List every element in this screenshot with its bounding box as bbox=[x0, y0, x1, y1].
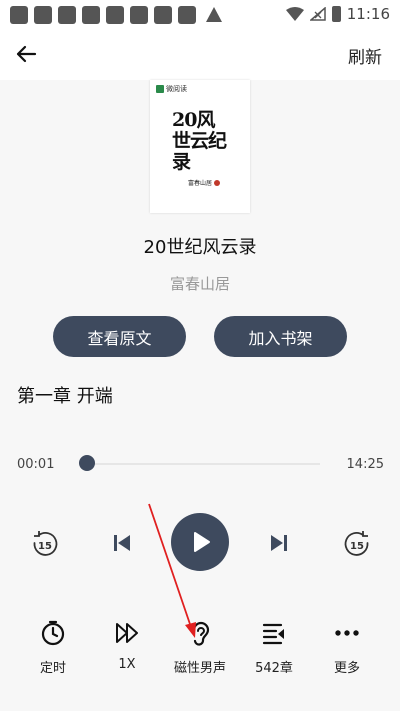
system-indicators: 11:16 bbox=[285, 5, 390, 23]
skip-next-icon bbox=[271, 535, 287, 551]
cover-title: 20风世云纪录 bbox=[172, 109, 227, 173]
timer-label: 定时 bbox=[39, 661, 66, 676]
back-button[interactable] bbox=[12, 40, 40, 68]
progress-track[interactable] bbox=[87, 463, 320, 465]
speed-button[interactable]: 1X bbox=[91, 618, 163, 678]
notification-icon bbox=[178, 6, 196, 24]
book-author: 富春山居 bbox=[169, 275, 230, 293]
top-bar: 刷新 bbox=[0, 30, 400, 80]
refresh-button[interactable]: 刷新 bbox=[348, 43, 382, 68]
timer-button[interactable]: 定时 bbox=[17, 618, 89, 678]
play-button[interactable] bbox=[171, 513, 229, 571]
rewind-seconds: 15 bbox=[38, 541, 52, 552]
total-time: 14:25 bbox=[346, 457, 384, 472]
notification-icon bbox=[130, 6, 148, 24]
notification-icons bbox=[10, 6, 222, 24]
timer-icon bbox=[38, 618, 68, 648]
cover-publisher: 微阅读 bbox=[156, 84, 187, 94]
chapters-label: 542章 bbox=[255, 661, 293, 676]
previous-chapter-button[interactable] bbox=[108, 529, 136, 557]
status-bar: 11:16 bbox=[0, 0, 400, 30]
chapters-button[interactable]: 542章 bbox=[238, 618, 310, 678]
notification-icon bbox=[82, 6, 100, 24]
battery-icon bbox=[331, 6, 341, 22]
speed-label: 1X bbox=[118, 657, 136, 672]
player-page: 微阅读 20风世云纪录 富春山居 20世纪风云录 富春山居 查看原文 加入书架 … bbox=[0, 80, 400, 711]
voice-label: 磁性男声 bbox=[173, 661, 226, 676]
next-chapter-button[interactable] bbox=[265, 529, 293, 557]
more-button[interactable]: 更多 bbox=[311, 618, 383, 678]
chapter-list-icon bbox=[259, 618, 289, 648]
book-cover[interactable]: 微阅读 20风世云纪录 富春山居 bbox=[150, 80, 250, 213]
notification-icon bbox=[154, 6, 172, 24]
notification-icon bbox=[34, 6, 52, 24]
skip-previous-icon bbox=[114, 535, 130, 551]
progress-knob[interactable] bbox=[79, 455, 96, 471]
cover-author: 富春山居 bbox=[188, 178, 221, 187]
back-arrow-icon bbox=[16, 45, 37, 63]
view-original-button[interactable]: 查看原文 bbox=[53, 316, 186, 357]
speed-icon bbox=[112, 618, 142, 648]
more-icon bbox=[332, 618, 362, 648]
more-label: 更多 bbox=[333, 661, 360, 676]
ear-icon bbox=[185, 618, 215, 648]
play-icon bbox=[194, 532, 210, 552]
voice-button[interactable]: 磁性男声 bbox=[164, 618, 236, 678]
clock: 11:16 bbox=[346, 5, 390, 23]
signal-icon bbox=[309, 7, 326, 21]
rewind-15-button[interactable]: 15 bbox=[30, 529, 60, 559]
publisher-logo-icon bbox=[156, 85, 164, 93]
book-title: 20世纪风云录 bbox=[143, 237, 257, 258]
seal-icon bbox=[214, 179, 221, 186]
rewind-15-icon: 15 bbox=[33, 531, 58, 556]
current-time: 00:01 bbox=[17, 457, 55, 472]
wifi-icon bbox=[285, 7, 304, 21]
notification-icon bbox=[106, 6, 124, 24]
forward-15-icon: 15 bbox=[344, 531, 369, 556]
chapter-title: 第一章 开端 bbox=[17, 386, 113, 407]
forward-seconds: 15 bbox=[350, 541, 364, 552]
notification-icon bbox=[10, 6, 28, 24]
forward-15-button[interactable]: 15 bbox=[342, 529, 372, 559]
notification-icon bbox=[58, 6, 76, 24]
warning-icon bbox=[206, 7, 222, 22]
add-to-shelf-button[interactable]: 加入书架 bbox=[214, 316, 347, 357]
